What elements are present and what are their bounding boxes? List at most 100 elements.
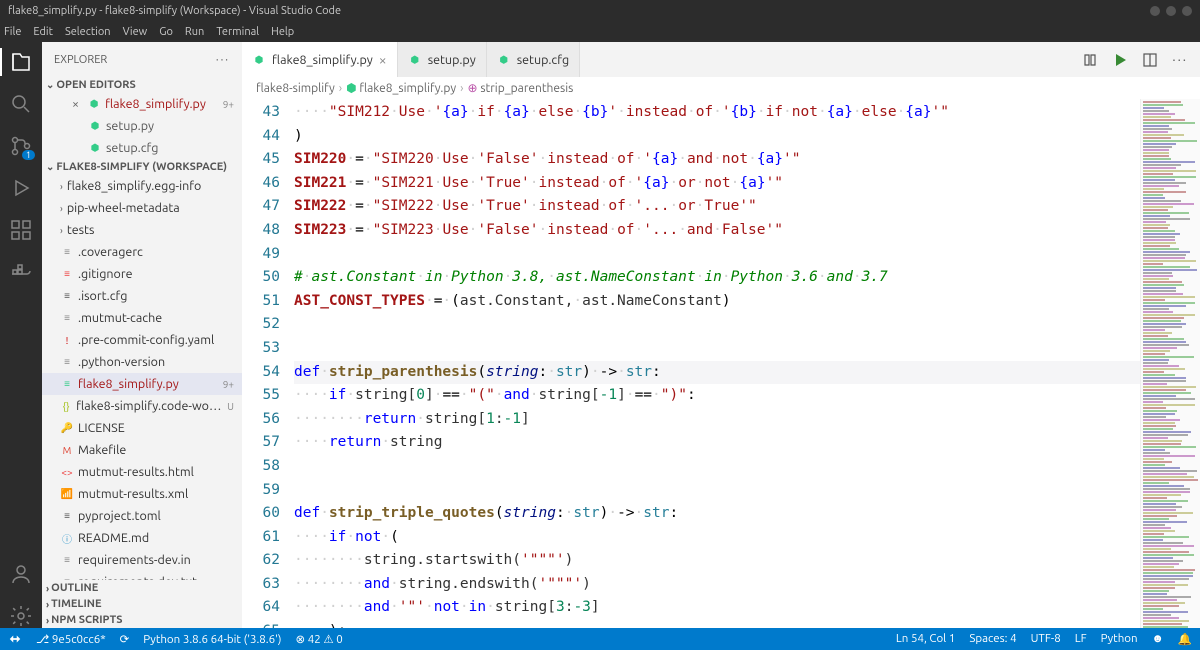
minimap[interactable] [1140, 99, 1200, 628]
code-line[interactable]: ····return·string [294, 431, 1140, 455]
menu-terminal[interactable]: Terminal [216, 26, 259, 38]
code-line[interactable]: ····): [294, 620, 1140, 628]
close-icon[interactable]: × [72, 97, 79, 111]
close-icon[interactable] [1182, 6, 1192, 16]
open-editor-item[interactable]: ⬢setup.cfg [42, 137, 242, 159]
problems-count[interactable]: ⊗ 42 ⚠ 0 [295, 632, 342, 646]
code-line[interactable]: SIM222·=·"SIM222·Use·'True'·instead·of·'… [294, 195, 1140, 219]
docker-icon[interactable] [9, 260, 33, 284]
settings-gear-icon[interactable] [9, 604, 33, 628]
code-editor[interactable]: 4344454647484950515253545556575859606162… [242, 99, 1200, 628]
file-item[interactable]: ≡.mutmut-cache [42, 307, 242, 329]
workspace-section[interactable]: ⌄ FLAKE8-SIMPLIFY (WORKSPACE) [42, 159, 242, 175]
file-item[interactable]: {}flake8-simplify.code-worksp…U [42, 395, 242, 417]
file-item[interactable]: !.pre-commit-config.yaml [42, 329, 242, 351]
code-line[interactable] [294, 313, 1140, 337]
file-item[interactable]: ⓘREADME.md [42, 527, 242, 549]
menu-go[interactable]: Go [159, 26, 173, 38]
breadcrumb-item[interactable]: flake8-simplify [256, 82, 335, 95]
remote-indicator[interactable] [8, 632, 22, 647]
code-line[interactable]: ········and·'"'·not·in·string[3:-3] [294, 596, 1140, 620]
file-item[interactable]: ≡requirements-dev.txt [42, 571, 242, 580]
minimize-icon[interactable] [1150, 6, 1160, 16]
code-line[interactable]: SIM221·=·"SIM221·Use·'True'·instead·of·'… [294, 172, 1140, 196]
editor-tab[interactable]: ⬢setup.cfg [487, 42, 580, 77]
sync-icon[interactable]: ⟳ [120, 632, 130, 646]
file-item[interactable]: ≡flake8_simplify.py9+ [42, 373, 242, 395]
open-editor-item[interactable]: ⬢setup.py [42, 115, 242, 137]
menu-edit[interactable]: Edit [33, 26, 53, 38]
indentation[interactable]: Spaces: 4 [969, 632, 1016, 646]
language-mode[interactable]: Python [1101, 632, 1138, 646]
run-debug-icon[interactable] [9, 176, 33, 200]
file-item[interactable]: MMakefile [42, 439, 242, 461]
git-branch[interactable]: ⎇ 9e5c0cc6* [36, 632, 106, 646]
feedback-icon[interactable]: ☻ [1152, 632, 1164, 646]
code-line[interactable]: SIM223·=·"SIM223·Use·'False'·instead·of·… [294, 219, 1140, 243]
code-line[interactable] [294, 479, 1140, 503]
npm-scripts-section[interactable]: › NPM SCRIPTS [42, 612, 242, 628]
split-editor-icon[interactable] [1142, 52, 1158, 68]
code-line[interactable]: ····if·string[0]·==·"("·and·string[-1]·=… [294, 384, 1140, 408]
code-line[interactable]: ) [294, 125, 1140, 149]
code-line[interactable]: SIM220·=·"SIM220·Use·'False'·instead·of·… [294, 148, 1140, 172]
breadcrumb-item[interactable]: ⊕ strip_parenthesis [468, 81, 574, 95]
breadcrumb-item[interactable]: ⬢ flake8_simplify.py [346, 81, 456, 95]
open-editors-section[interactable]: ⌄ OPEN EDITORS [42, 77, 242, 93]
folder-item[interactable]: ›flake8_simplify.egg-info [42, 175, 242, 197]
file-item[interactable]: 📶mutmut-results.xml [42, 483, 242, 505]
folder-item[interactable]: ›pip-wheel-metadata [42, 197, 242, 219]
encoding[interactable]: UTF-8 [1031, 632, 1061, 646]
python-interpreter[interactable]: Python 3.8.6 64-bit ('3.8.6') [143, 633, 281, 646]
account-icon[interactable] [9, 562, 33, 586]
maximize-icon[interactable] [1166, 6, 1176, 16]
code-line[interactable]: ····if·not·( [294, 526, 1140, 550]
close-tab-icon[interactable]: × [379, 52, 387, 68]
code-line[interactable]: ········string.startswith('"""') [294, 549, 1140, 573]
code-line[interactable]: ········and·string.endswith('"""') [294, 573, 1140, 597]
eol[interactable]: LF [1075, 632, 1087, 646]
menu-view[interactable]: View [123, 26, 148, 38]
editor-tab[interactable]: ⬢flake8_simplify.py× [242, 42, 398, 77]
editor-tab[interactable]: ⬢setup.py [398, 42, 487, 77]
window-controls[interactable] [1150, 6, 1192, 16]
code-content[interactable]: ····"SIM212·Use·'{a}·if·{a}·else·{b}'·in… [294, 99, 1140, 628]
menu-selection[interactable]: Selection [65, 26, 111, 38]
code-line[interactable]: def·strip_triple_quotes(string:·str)·->·… [294, 502, 1140, 526]
menu-file[interactable]: File [4, 26, 21, 38]
code-line[interactable]: AST_CONST_TYPES·=·(ast.Constant,·ast.Nam… [294, 290, 1140, 314]
explorer-icon[interactable] [9, 50, 33, 74]
code-line[interactable] [294, 455, 1140, 479]
folder-item[interactable]: ›tests [42, 219, 242, 241]
cursor-position[interactable]: Ln 54, Col 1 [896, 632, 955, 646]
menu-run[interactable]: Run [185, 26, 204, 38]
run-icon[interactable] [1112, 52, 1128, 68]
outline-section[interactable]: › OUTLINE [42, 580, 242, 596]
file-icon: ⬢ [87, 97, 101, 111]
extensions-icon[interactable] [9, 218, 33, 242]
open-editor-item[interactable]: ×⬢flake8_simplify.py9+ [42, 93, 242, 115]
menu-help[interactable]: Help [271, 26, 294, 38]
file-item[interactable]: 🔑LICENSE [42, 417, 242, 439]
code-line[interactable]: def·strip_parenthesis(string:·str)·->·st… [294, 361, 1140, 385]
file-item[interactable]: ≡.gitignore [42, 263, 242, 285]
file-item[interactable]: ≡requirements-dev.in [42, 549, 242, 571]
sidebar-more-icon[interactable]: ··· [216, 54, 230, 66]
code-line[interactable] [294, 337, 1140, 361]
file-item[interactable]: <>mutmut-results.html [42, 461, 242, 483]
code-line[interactable]: ········return·string[1:-1] [294, 408, 1140, 432]
compare-icon[interactable] [1082, 52, 1098, 68]
timeline-section[interactable]: › TIMELINE [42, 596, 242, 612]
file-item[interactable]: ≡pyproject.toml [42, 505, 242, 527]
notifications-icon[interactable]: 🔔 [1178, 632, 1192, 646]
breadcrumb[interactable]: flake8-simplify›⬢ flake8_simplify.py›⊕ s… [242, 77, 1200, 99]
search-icon[interactable] [9, 92, 33, 116]
code-line[interactable] [294, 243, 1140, 267]
file-item[interactable]: ≡.python-version [42, 351, 242, 373]
file-item[interactable]: ≡.isort.cfg [42, 285, 242, 307]
code-line[interactable]: #·ast.Constant·in·Python·3.8,·ast.NameCo… [294, 266, 1140, 290]
code-line[interactable]: ····"SIM212·Use·'{a}·if·{a}·else·{b}'·in… [294, 101, 1140, 125]
file-item[interactable]: ≡.coveragerc [42, 241, 242, 263]
more-actions-icon[interactable]: ··· [1172, 53, 1188, 67]
source-control-icon[interactable]: 1 [9, 134, 33, 158]
